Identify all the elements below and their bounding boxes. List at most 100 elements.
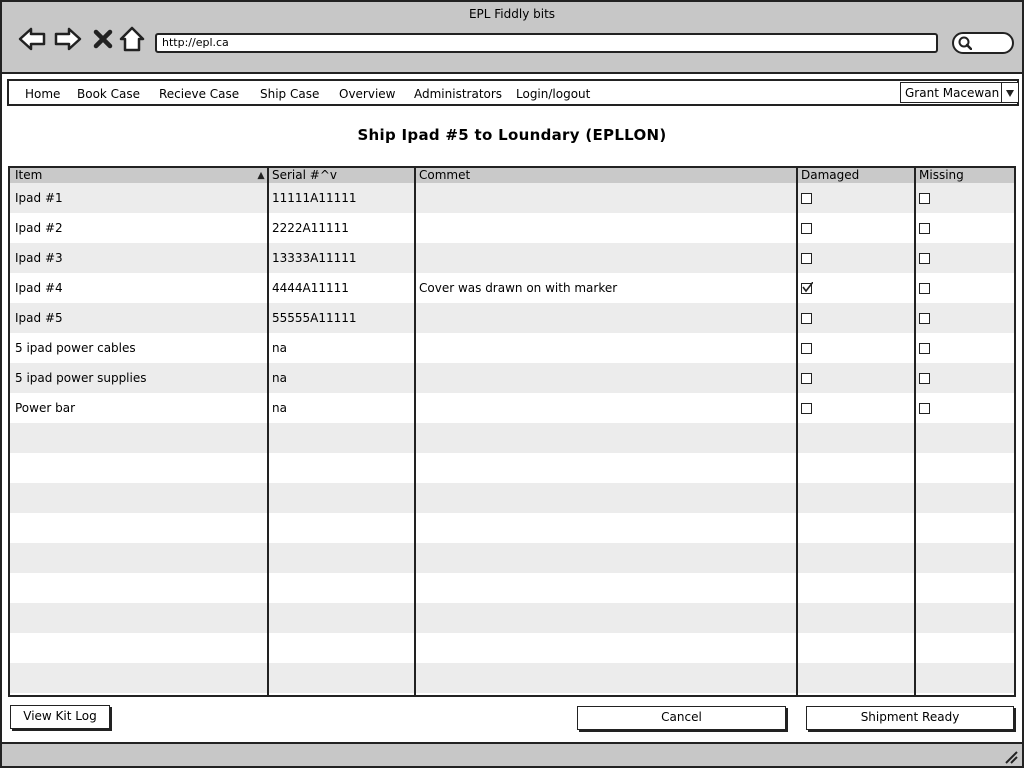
- table-row[interactable]: Ipad #1 11111A11111: [10, 183, 1014, 213]
- column-divider: [914, 168, 916, 695]
- cell-comment[interactable]: [416, 183, 794, 213]
- missing-checkbox[interactable]: [919, 223, 930, 234]
- home-button[interactable]: [117, 24, 147, 54]
- damaged-checkbox[interactable]: [801, 373, 812, 384]
- shipment-ready-button[interactable]: Shipment Ready: [806, 706, 1014, 730]
- search-icon: [958, 36, 972, 50]
- browser-window: EPL Fiddly bits http://epl.ca Home Book …: [0, 0, 1024, 768]
- home-icon: [119, 26, 145, 52]
- cell-serial: 4444A11111: [272, 281, 349, 295]
- empty-table-row: [10, 603, 1014, 633]
- column-header-missing[interactable]: Missing: [916, 168, 964, 183]
- column-divider: [267, 168, 269, 695]
- back-button[interactable]: [17, 24, 47, 54]
- cell-item: Ipad #2: [15, 221, 63, 235]
- damaged-checkbox[interactable]: [801, 403, 812, 414]
- user-dropdown[interactable]: Grant Macewan: [900, 82, 1019, 103]
- cell-comment[interactable]: [416, 393, 794, 423]
- menu-item-overview[interactable]: Overview: [339, 87, 396, 101]
- table-header: Item Serial #^v Commet Damaged Missing: [10, 168, 1014, 183]
- checkmark-icon: [802, 282, 813, 293]
- missing-checkbox[interactable]: [919, 373, 930, 384]
- cell-serial: na: [272, 341, 287, 355]
- damaged-checkbox[interactable]: [801, 343, 812, 354]
- view-kit-log-button[interactable]: View Kit Log: [10, 705, 110, 729]
- search-button[interactable]: [952, 32, 1014, 54]
- forward-button[interactable]: [53, 24, 83, 54]
- table-row[interactable]: 5 ipad power supplies na: [10, 363, 1014, 393]
- damaged-checkbox[interactable]: [801, 282, 813, 294]
- empty-table-row: [10, 453, 1014, 483]
- cell-item: Power bar: [15, 401, 75, 415]
- empty-table-row: [10, 543, 1014, 573]
- empty-table-row: [10, 573, 1014, 603]
- table-row[interactable]: Ipad #3 13333A11111: [10, 243, 1014, 273]
- missing-checkbox[interactable]: [919, 253, 930, 264]
- cell-item: Ipad #1: [15, 191, 63, 205]
- empty-table-row: [10, 663, 1014, 693]
- menu-item-administrators[interactable]: Administrators: [414, 87, 502, 101]
- empty-table-row: [10, 423, 1014, 453]
- column-header-serial[interactable]: Serial #^v: [269, 168, 337, 183]
- damaged-checkbox[interactable]: [801, 253, 812, 264]
- missing-checkbox[interactable]: [919, 193, 930, 204]
- resize-grip-icon[interactable]: [1002, 748, 1018, 764]
- cell-item: Ipad #3: [15, 251, 63, 265]
- window-title: EPL Fiddly bits: [468, 7, 556, 21]
- cell-serial: 13333A11111: [272, 251, 357, 265]
- column-header-damaged[interactable]: Damaged: [798, 168, 859, 183]
- shipment-items-table: Item Serial #^v Commet Damaged Missing I…: [8, 166, 1016, 697]
- cell-item: Ipad #5: [15, 311, 63, 325]
- table-row[interactable]: Ipad #5 55555A11111: [10, 303, 1014, 333]
- cell-comment[interactable]: [416, 363, 794, 393]
- damaged-checkbox[interactable]: [801, 193, 812, 204]
- empty-table-row: [10, 633, 1014, 663]
- cell-item: 5 ipad power cables: [15, 341, 136, 355]
- cell-serial: na: [272, 371, 287, 385]
- table-row[interactable]: Power bar na: [10, 393, 1014, 423]
- cancel-button[interactable]: Cancel: [577, 706, 786, 730]
- cell-comment[interactable]: [416, 333, 794, 363]
- damaged-checkbox[interactable]: [801, 223, 812, 234]
- cell-comment[interactable]: [416, 243, 794, 273]
- empty-table-row: [10, 513, 1014, 543]
- forward-arrow-icon: [54, 27, 82, 51]
- missing-checkbox[interactable]: [919, 313, 930, 324]
- cell-serial: 2222A11111: [272, 221, 349, 235]
- damaged-checkbox[interactable]: [801, 313, 812, 324]
- column-header-item-label: Item: [15, 168, 43, 182]
- close-icon: [93, 29, 113, 49]
- cell-serial: na: [272, 401, 287, 415]
- menu-item-book-case[interactable]: Book Case: [77, 87, 140, 101]
- cell-comment[interactable]: [416, 303, 794, 333]
- menu-item-login-logout[interactable]: Login/logout: [516, 87, 590, 101]
- stop-button[interactable]: [88, 24, 118, 54]
- cell-serial: 55555A11111: [272, 311, 357, 325]
- menu-item-home[interactable]: Home: [25, 87, 60, 101]
- menu-item-recieve-case[interactable]: Recieve Case: [159, 87, 239, 101]
- cell-item: Ipad #4: [15, 281, 63, 295]
- column-divider: [414, 168, 416, 695]
- back-arrow-icon: [18, 27, 46, 51]
- main-menu: Home Book Case Recieve Case Ship Case Ov…: [7, 79, 1019, 106]
- triangle-up-icon: [257, 171, 265, 180]
- column-header-comment[interactable]: Commet: [416, 168, 470, 183]
- menu-item-ship-case[interactable]: Ship Case: [260, 87, 319, 101]
- browser-chrome: EPL Fiddly bits http://epl.ca: [2, 2, 1022, 74]
- table-row[interactable]: Ipad #2 2222A11111: [10, 213, 1014, 243]
- missing-checkbox[interactable]: [919, 343, 930, 354]
- column-divider: [796, 168, 798, 695]
- missing-checkbox[interactable]: [919, 403, 930, 414]
- cell-serial: 11111A11111: [272, 191, 357, 205]
- status-bar: [2, 742, 1022, 766]
- user-name: Grant Macewan: [905, 86, 1000, 100]
- cell-comment[interactable]: Cover was drawn on with marker: [416, 273, 794, 303]
- missing-checkbox[interactable]: [919, 283, 930, 294]
- table-row[interactable]: 5 ipad power cables na: [10, 333, 1014, 363]
- address-bar[interactable]: http://epl.ca: [155, 33, 938, 53]
- table-row[interactable]: Ipad #4 4444A11111 Cover was drawn on with…: [10, 273, 1014, 303]
- column-header-item[interactable]: Item: [12, 168, 268, 183]
- empty-table-row: [10, 483, 1014, 513]
- cell-comment[interactable]: [416, 213, 794, 243]
- dropdown-arrow[interactable]: [1001, 82, 1018, 103]
